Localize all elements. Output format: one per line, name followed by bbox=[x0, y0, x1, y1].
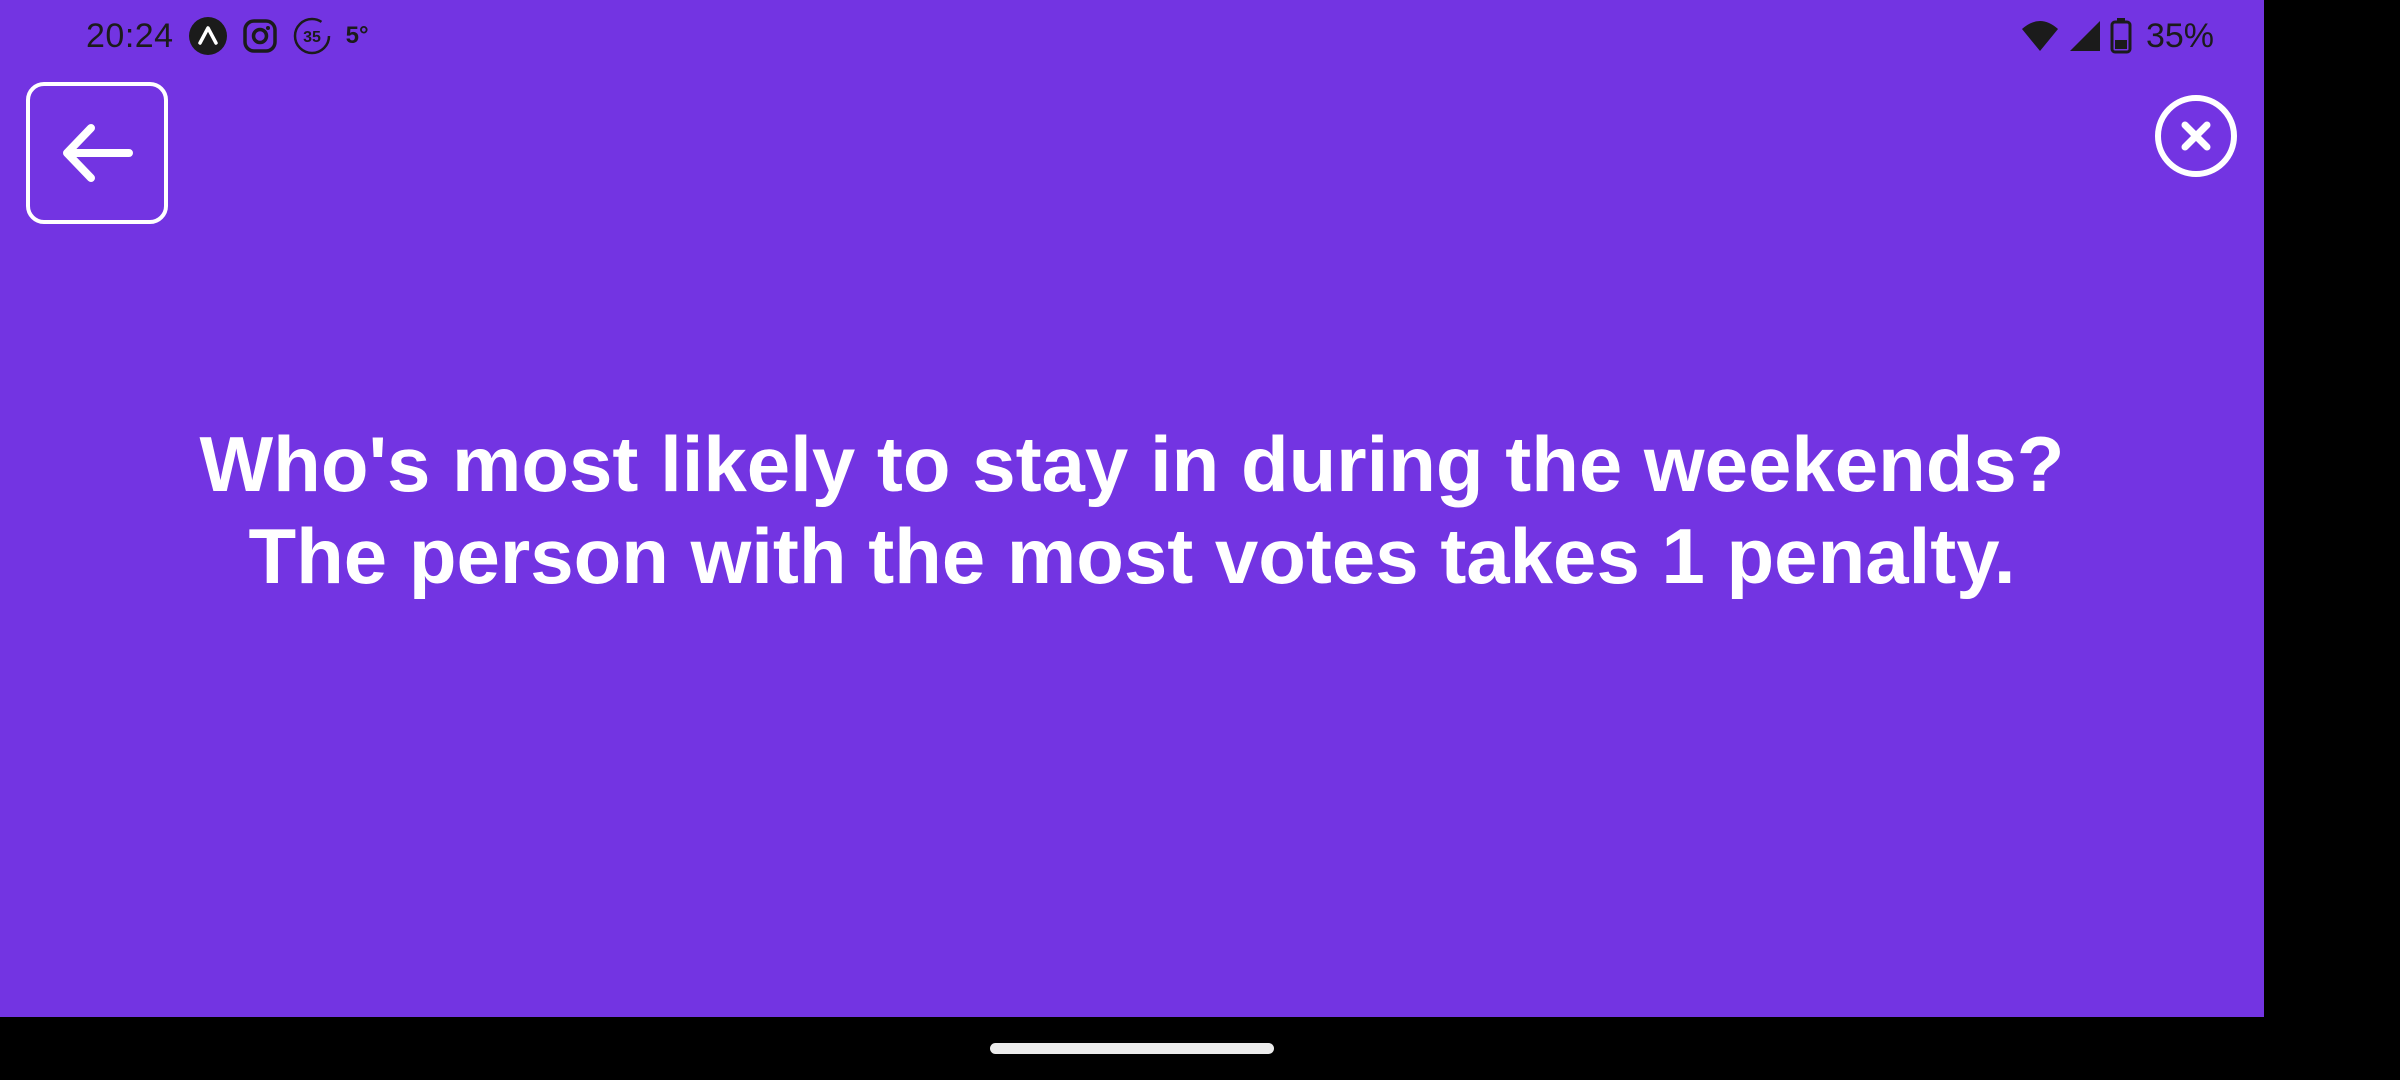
clock: 20:24 bbox=[86, 16, 174, 55]
badge-35-icon: 35 bbox=[292, 16, 332, 56]
battery-percent: 35% bbox=[2145, 16, 2214, 55]
cellular-signal-icon bbox=[2068, 19, 2102, 53]
status-bar-right: 35% bbox=[2020, 14, 2214, 58]
status-bar: 20:24 35 5° 35% bbox=[0, 0, 2264, 72]
home-indicator[interactable] bbox=[990, 1043, 1274, 1054]
back-button[interactable] bbox=[26, 82, 168, 224]
side-black-bar bbox=[2264, 0, 2400, 1080]
battery-icon bbox=[2110, 18, 2132, 54]
wifi-icon bbox=[2020, 19, 2060, 53]
close-button[interactable] bbox=[2154, 94, 2238, 178]
badge-number: 35 bbox=[303, 29, 321, 46]
prompt-text: Who's most likely to stay in during the … bbox=[199, 420, 2065, 600]
close-circle-icon bbox=[2155, 95, 2237, 177]
status-bar-left: 20:24 35 5° bbox=[86, 14, 369, 58]
game-screen: 20:24 35 5° 35% Who's most likely to sta… bbox=[0, 0, 2264, 1017]
app-a-icon bbox=[188, 16, 228, 56]
arrow-left-icon bbox=[63, 124, 133, 182]
temperature: 5° bbox=[345, 22, 369, 49]
instagram-icon bbox=[242, 18, 278, 54]
